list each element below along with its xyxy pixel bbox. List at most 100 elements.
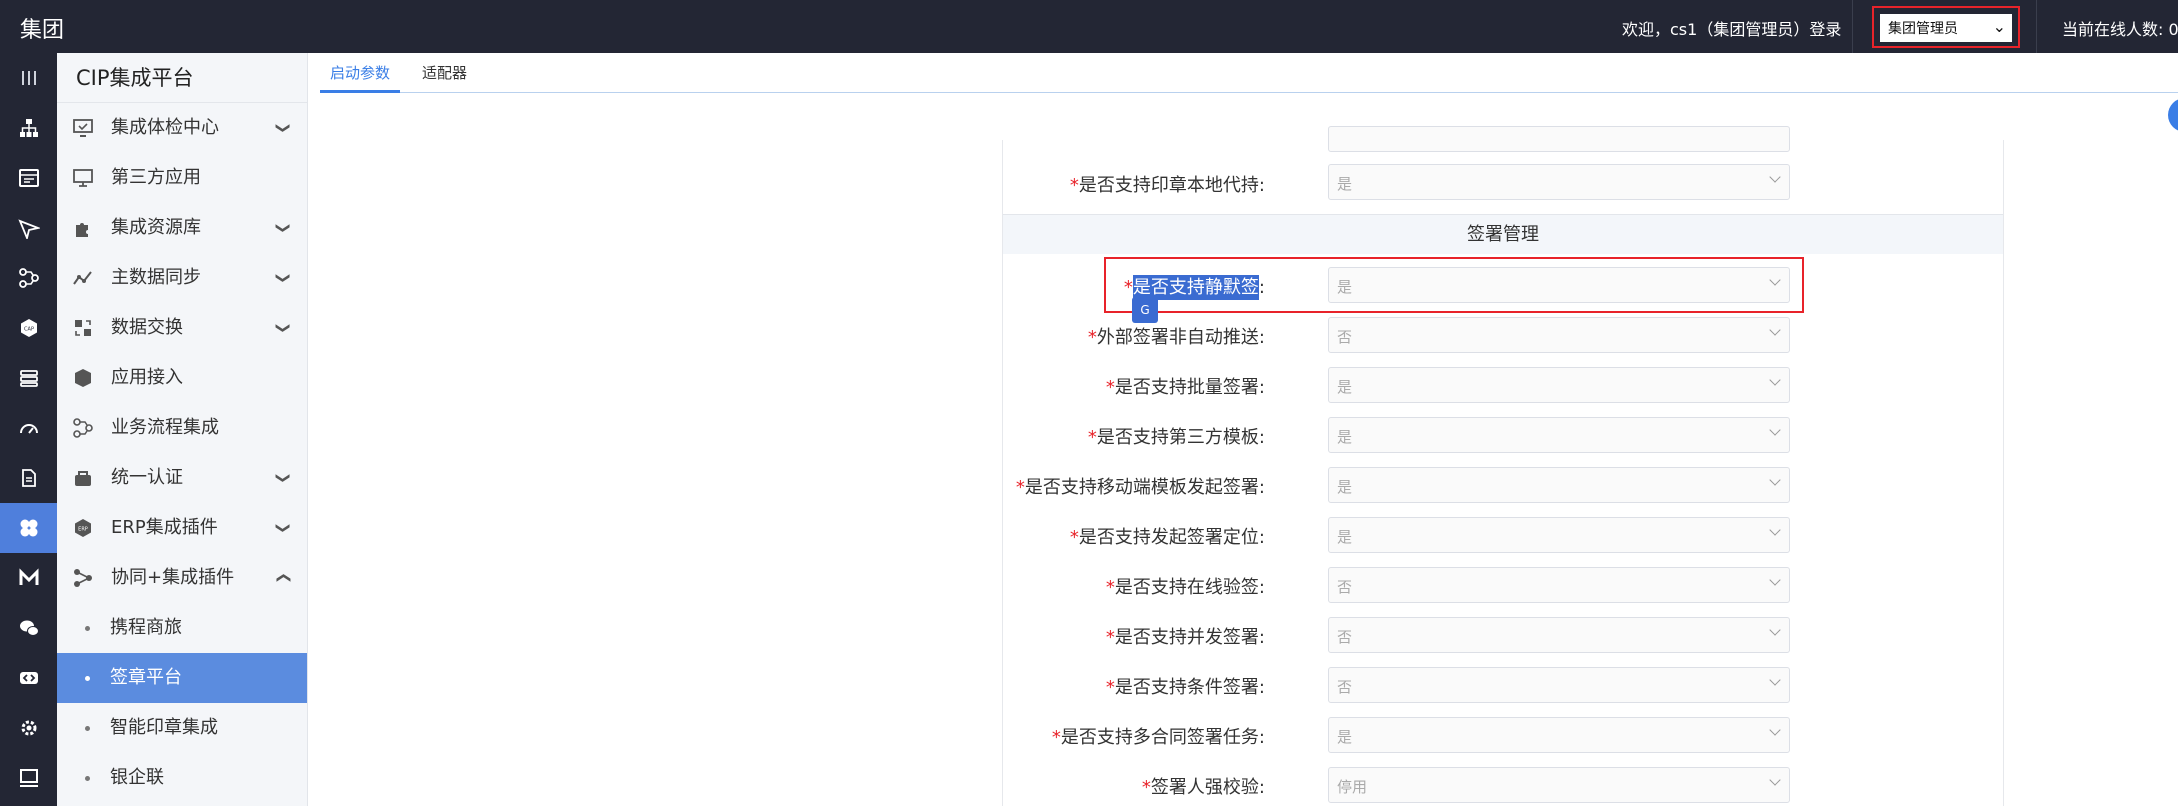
nav-item-resource-library[interactable]: 集成资源库 ❯ <box>57 203 307 253</box>
chevron-down-icon <box>1769 374 1781 386</box>
nav-item-health-center[interactable]: 集成体检中心 ❯ <box>57 103 307 153</box>
required-mark: * <box>1087 327 1097 348</box>
nav-item-data-exchange[interactable]: 数据交换 ❯ <box>57 303 307 353</box>
select-batch-sign[interactable]: 是 <box>1328 367 1790 403</box>
role-select[interactable]: 集团管理员 ⌄ <box>1880 14 2012 42</box>
exchange-icon <box>75 320 91 336</box>
line-chart-icon <box>73 271 92 285</box>
chevron-down-icon: ❯ <box>275 272 292 284</box>
header-divider <box>1852 0 1853 53</box>
select-value: 是 <box>1337 478 1353 496</box>
select-seal-local-custody[interactable]: 是 <box>1328 164 1790 200</box>
required-mark: * <box>1105 577 1115 598</box>
field-label-text: 是否支持多合同签署任务: <box>1060 727 1265 748</box>
select-mobile-template-sign[interactable]: 是 <box>1328 467 1790 503</box>
select-silent-sign[interactable]: 是 <box>1328 267 1790 303</box>
code-icon[interactable] <box>0 653 57 703</box>
top-bar: 集团 欢迎，cs1（集团管理员）登录 集团管理员 ⌄ 当前在线人数: 0 <box>0 0 2178 53</box>
nav-panel: CIP集成平台 集成体检中心 ❯ 第三方应用 集成资源库 ❯ 主数据同步 ❯ 数… <box>57 53 308 806</box>
field-label-text: 外部签署非自动推送: <box>1096 327 1265 348</box>
nav-item-third-party[interactable]: 第三方应用 <box>57 153 307 203</box>
nav-item-collab-plugin[interactable]: 协同+集成插件 ❯ <box>57 553 307 603</box>
select-value: 否 <box>1337 328 1353 346</box>
nav-item-label: 应用接入 <box>111 367 183 388</box>
select-signer-strict-check[interactable]: 停用 <box>1328 767 1790 803</box>
org-tree-icon[interactable] <box>0 103 57 153</box>
chevron-down-icon <box>1769 774 1781 786</box>
svg-text:ERP: ERP <box>78 527 88 533</box>
send-icon[interactable] <box>0 203 57 253</box>
required-mark: * <box>1015 477 1025 498</box>
nav-subitem-ctrip[interactable]: 携程商旅 <box>57 603 307 653</box>
gauge-icon[interactable] <box>0 403 57 453</box>
chevron-down-icon: ❯ <box>275 222 292 234</box>
monitor-check-icon <box>73 119 93 137</box>
layers-icon[interactable] <box>0 353 57 403</box>
select-concurrent-sign[interactable]: 否 <box>1328 617 1790 653</box>
select-third-party-template[interactable]: 是 <box>1328 417 1790 453</box>
nav-item-label: 业务流程集成 <box>111 417 219 438</box>
select-sign-positioning[interactable]: 是 <box>1328 517 1790 553</box>
nav-subitem-bank-enterprise[interactable]: 银企联 <box>57 753 307 803</box>
nav-item-erp-plugin[interactable]: ERP ERP集成插件 ❯ <box>57 503 307 553</box>
field-label-text: 签署人强校验: <box>1150 777 1265 798</box>
screen-icon[interactable] <box>0 753 57 803</box>
puzzle-icon <box>76 223 88 237</box>
field-label: *是否支持印章本地代持: <box>1070 171 1265 197</box>
wechat-icon[interactable] <box>0 603 57 653</box>
dashboard-icon[interactable] <box>0 153 57 203</box>
document-icon[interactable] <box>0 453 57 503</box>
header-divider <box>2036 0 2037 53</box>
translate-icon[interactable]: G <box>1132 297 1158 323</box>
nav-item-label: 集成资源库 <box>111 217 201 238</box>
nav-item-process-integration[interactable]: 业务流程集成 <box>57 403 307 453</box>
gear-icon[interactable] <box>0 703 57 753</box>
brand-title: 集团 <box>20 18 65 43</box>
flow-icon[interactable] <box>0 253 57 303</box>
nav-subitem-label: 银企联 <box>110 767 164 788</box>
desktop-icon <box>73 169 93 187</box>
field-label-text: 是否支持并发签署: <box>1114 627 1265 648</box>
select-value: 是 <box>1337 378 1353 396</box>
chevron-down-icon <box>1769 474 1781 486</box>
nav-item-app-access[interactable]: 应用接入 <box>57 353 307 403</box>
select-multi-contract-task[interactable]: 是 <box>1328 717 1790 753</box>
field-label-text: 是否支持印章本地代持: <box>1078 175 1265 196</box>
select-value: 否 <box>1337 628 1353 646</box>
required-mark: * <box>1051 727 1061 748</box>
field-label: *是否支持并发签署: <box>1106 623 1265 649</box>
floating-action-button[interactable] <box>2168 98 2178 132</box>
chevron-down-icon: ⌄ <box>1992 17 2006 36</box>
field-label: *外部签署非自动推送: <box>1088 323 1265 349</box>
select-conditional-sign[interactable]: 否 <box>1328 667 1790 703</box>
chevron-down-icon: ❯ <box>275 522 292 534</box>
clover-icon[interactable] <box>0 503 57 553</box>
field-label-suffix: : <box>1258 277 1265 298</box>
menu-toggle-icon[interactable] <box>0 53 57 103</box>
chevron-down-icon <box>1769 524 1781 536</box>
online-count: 当前在线人数: 0 <box>2062 20 2178 39</box>
nav-subitem-smart-seal[interactable]: 智能印章集成 <box>57 703 307 753</box>
select-value: 停用 <box>1337 778 1368 796</box>
select-partial[interactable] <box>1328 126 1790 152</box>
auth-icon <box>75 471 91 486</box>
required-mark: * <box>1123 277 1133 298</box>
role-select-value: 集团管理员 <box>1888 21 1958 37</box>
tab-startup-params[interactable]: 启动参数 <box>320 53 401 93</box>
share-icon <box>74 569 92 587</box>
nav-subitem-signature-platform[interactable]: 签章平台 <box>57 653 307 703</box>
m-logo-icon[interactable] <box>0 553 57 603</box>
chevron-down-icon: ❯ <box>275 472 292 484</box>
select-value: 是 <box>1337 428 1353 446</box>
nav-item-master-data-sync[interactable]: 主数据同步 ❯ <box>57 253 307 303</box>
nav-item-unified-auth[interactable]: 统一认证 ❯ <box>57 453 307 503</box>
chevron-down-icon <box>1769 324 1781 336</box>
cap-icon[interactable]: CAP <box>0 303 57 353</box>
tab-adapter[interactable]: 适配器 <box>412 53 477 93</box>
chevron-down-icon <box>1769 574 1781 586</box>
select-external-no-push[interactable]: 否 <box>1328 317 1790 353</box>
required-mark: * <box>1105 677 1115 698</box>
flow-icon <box>73 418 93 438</box>
field-label: *是否支持第三方模板: <box>1088 423 1265 449</box>
select-online-verify[interactable]: 否 <box>1328 567 1790 603</box>
